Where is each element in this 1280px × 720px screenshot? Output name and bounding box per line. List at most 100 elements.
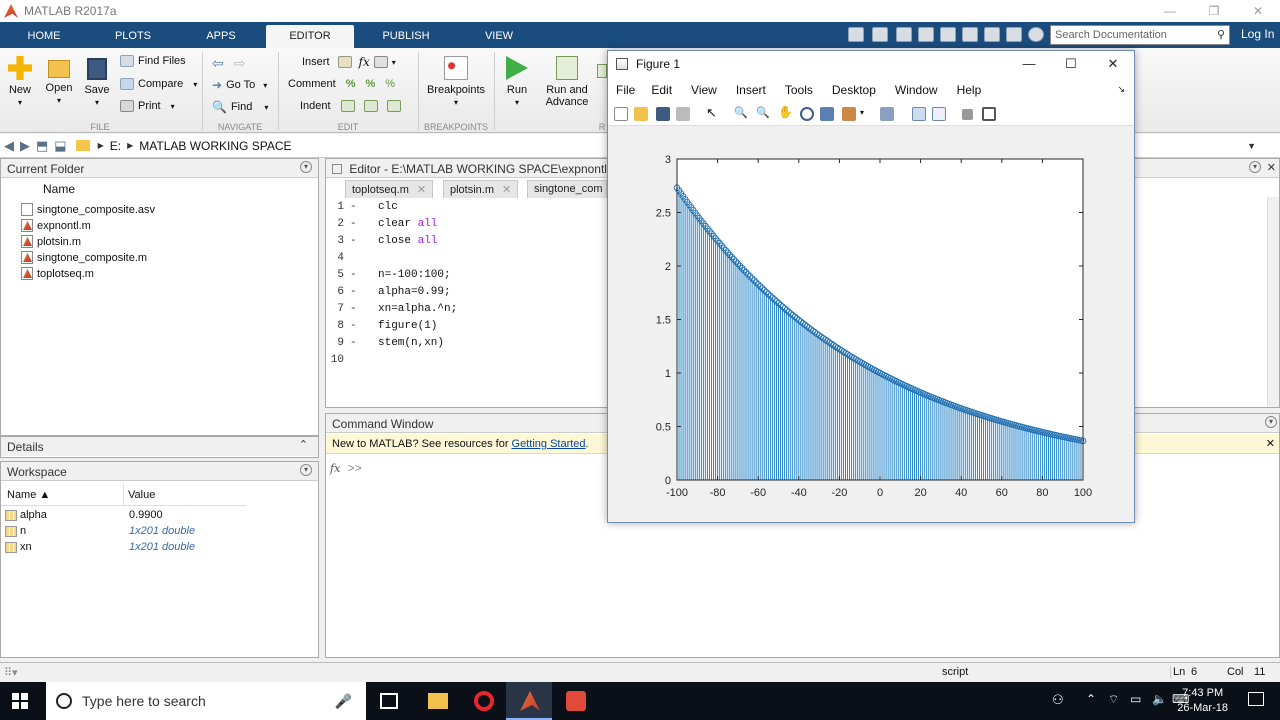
close-banner-icon[interactable]: ✕ bbox=[1266, 437, 1275, 450]
breakpoint-marker[interactable]: - bbox=[344, 267, 364, 284]
tab-close-icon[interactable]: ✕ bbox=[417, 184, 426, 196]
breakpoint-marker[interactable]: - bbox=[344, 216, 364, 233]
minimize-button[interactable]: — bbox=[1148, 0, 1192, 22]
colorbar-icon[interactable] bbox=[912, 107, 926, 121]
hide-plot-tools-icon[interactable] bbox=[962, 109, 973, 120]
breadcrumb-folder[interactable]: MATLAB WORKING SPACE bbox=[139, 139, 291, 153]
comment-button[interactable]: Comment % % % bbox=[288, 78, 395, 90]
tab-apps[interactable]: APPS bbox=[178, 25, 264, 48]
editor-scrollbar[interactable] bbox=[1267, 197, 1279, 407]
code-line[interactable]: 3- close all bbox=[328, 233, 608, 250]
find-button[interactable]: 🔍 Find ▾ bbox=[212, 100, 268, 114]
breakpoint-marker[interactable]: - bbox=[344, 335, 364, 352]
rotate-3d-icon[interactable] bbox=[800, 107, 814, 121]
breadcrumb-drive[interactable]: E: bbox=[110, 139, 121, 153]
file-list-item[interactable]: singtone_composite.m bbox=[21, 251, 147, 264]
decrease-indent-icon[interactable] bbox=[386, 100, 401, 112]
insert-button[interactable]: Insert fx ▾ bbox=[302, 55, 396, 69]
zoom-out-icon[interactable]: 🔍 bbox=[756, 106, 770, 120]
dock-figure-icon[interactable]: ↘ bbox=[1117, 84, 1125, 95]
run-and-advance-button[interactable]: Run and Advance bbox=[542, 56, 592, 108]
editor-tab-singtone[interactable]: singtone_com bbox=[527, 180, 607, 198]
figure-menu-window[interactable]: Window bbox=[895, 83, 938, 97]
code-line[interactable]: 4 bbox=[328, 250, 608, 267]
tab-publish[interactable]: PUBLISH bbox=[358, 25, 454, 48]
column-name-header[interactable]: Name bbox=[43, 182, 75, 196]
figure-menu-desktop[interactable]: Desktop bbox=[832, 83, 876, 97]
back-icon[interactable]: ◀ bbox=[4, 138, 14, 154]
fx-icon[interactable]: fx bbox=[330, 462, 340, 475]
save-figure-icon[interactable] bbox=[656, 107, 670, 121]
figure-menu-help[interactable]: Help bbox=[957, 83, 982, 97]
breakpoint-marker[interactable]: - bbox=[344, 318, 364, 335]
edit-plot-arrow-icon[interactable]: ↖ bbox=[706, 105, 720, 120]
legend-icon[interactable] bbox=[932, 107, 946, 121]
figure-minimize-button[interactable]: — bbox=[1008, 51, 1050, 76]
panel-actions-icon[interactable]: ▾ bbox=[300, 161, 312, 173]
workspace-variable-row[interactable]: xn 1x201 double bbox=[5, 541, 245, 553]
search-icon[interactable]: ⚲ bbox=[1217, 28, 1225, 41]
help-icon[interactable] bbox=[1028, 27, 1044, 42]
close-panel-icon[interactable]: ✕ bbox=[1267, 161, 1276, 174]
tab-plots[interactable]: PLOTS bbox=[88, 25, 178, 48]
new-figure-icon[interactable] bbox=[614, 107, 628, 121]
breakpoint-marker[interactable]: - bbox=[344, 233, 364, 250]
network-icon[interactable]: ⌔ bbox=[1108, 692, 1119, 707]
code-line[interactable]: 5- n=-100:100; bbox=[328, 267, 608, 284]
tray-chevron-icon[interactable]: ⌃ bbox=[1086, 692, 1096, 706]
editor-tab-toplotseq[interactable]: toplotseq.m ✕ bbox=[345, 180, 434, 198]
new-button[interactable]: New ▾ bbox=[6, 56, 34, 108]
code-line[interactable]: 9- stem(n,xn) bbox=[328, 335, 608, 352]
people-icon[interactable]: ⚇ bbox=[1052, 692, 1064, 708]
figure-menu-tools[interactable]: Tools bbox=[785, 83, 813, 97]
brush-icon[interactable] bbox=[842, 107, 856, 121]
workspace-variable-row[interactable]: n 1x201 double bbox=[5, 525, 245, 537]
windows-start-icon[interactable] bbox=[12, 693, 28, 709]
file-list-item[interactable]: toplotseq.m bbox=[21, 267, 94, 280]
code-line[interactable]: 1- clc bbox=[328, 199, 608, 216]
volume-icon[interactable]: 🔈 bbox=[1152, 692, 1167, 706]
code-line[interactable]: 8- figure(1) bbox=[328, 318, 608, 335]
tab-view[interactable]: VIEW bbox=[456, 25, 542, 48]
browse-folder-icon[interactable]: ⬓ bbox=[54, 138, 66, 154]
microphone-icon[interactable]: 🎤 bbox=[335, 693, 352, 710]
login-link[interactable]: Log In bbox=[1241, 27, 1274, 41]
qat-cut-icon[interactable] bbox=[896, 27, 912, 42]
qat-saveall-icon[interactable] bbox=[872, 27, 888, 42]
show-plot-tools-icon[interactable] bbox=[982, 107, 996, 121]
qat-switch-icon[interactable] bbox=[1006, 27, 1022, 42]
workspace-variable-row[interactable]: alpha 0.9900 bbox=[5, 509, 245, 521]
fx-icon[interactable]: fx bbox=[359, 55, 370, 69]
opera-icon[interactable] bbox=[474, 691, 494, 711]
figure-menu-view[interactable]: View bbox=[691, 83, 717, 97]
indent-button[interactable]: Indent bbox=[300, 100, 401, 112]
command-prompt-line[interactable]: fx >> bbox=[330, 461, 362, 475]
app-taskbar-icon[interactable] bbox=[566, 691, 586, 711]
open-button[interactable]: Open ▾ bbox=[44, 56, 74, 106]
figure-menu-file[interactable]: File bbox=[616, 83, 635, 97]
back-forward-buttons[interactable]: ⇦ ⇨ bbox=[212, 55, 245, 72]
restore-button[interactable]: ❐ bbox=[1192, 0, 1236, 22]
uncomment-icon[interactable]: % bbox=[365, 78, 375, 90]
compare-button[interactable]: Compare ▾ bbox=[120, 78, 197, 90]
taskbar-clock[interactable]: 7:43 PM 26-Mar-18 bbox=[1177, 686, 1228, 716]
up-folder-icon[interactable]: ⬒ bbox=[36, 138, 48, 154]
code-line[interactable]: 10 bbox=[328, 352, 608, 369]
file-list-item[interactable]: singtone_composite.asv bbox=[21, 203, 155, 216]
qat-redo-icon[interactable] bbox=[984, 27, 1000, 42]
figure-menu-edit[interactable]: Edit bbox=[651, 83, 672, 97]
breakpoint-marker[interactable]: - bbox=[344, 199, 364, 216]
battery-icon[interactable]: ▭ bbox=[1130, 692, 1141, 706]
file-list-item[interactable]: expnontl.m bbox=[21, 219, 91, 232]
figure-menu-insert[interactable]: Insert bbox=[736, 83, 766, 97]
taskbar-search-box[interactable]: Type here to search 🎤 bbox=[46, 682, 366, 720]
save-button[interactable]: Save ▾ bbox=[82, 56, 112, 108]
ws-col-value[interactable]: Value bbox=[123, 484, 159, 506]
details-header[interactable]: Details ⌃ bbox=[1, 437, 318, 456]
action-center-icon[interactable] bbox=[1248, 692, 1264, 706]
code-line[interactable]: 2- clear all bbox=[328, 216, 608, 233]
find-files-button[interactable]: Find Files bbox=[120, 55, 186, 67]
tab-home[interactable]: HOME bbox=[0, 25, 88, 48]
code-line[interactable]: 7- xn=alpha.^n; bbox=[328, 301, 608, 318]
task-view-icon[interactable] bbox=[380, 693, 398, 709]
